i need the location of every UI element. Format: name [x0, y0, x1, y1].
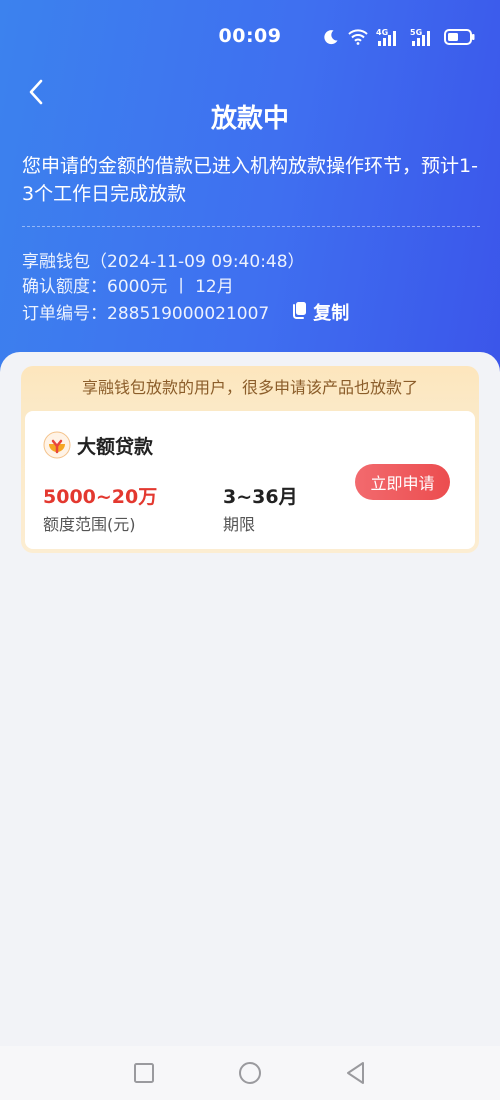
status-icons: 4G 5G	[322, 26, 476, 48]
network-5g-label: 5G	[410, 28, 422, 37]
page-title: 放款中	[210, 104, 289, 134]
copy-label: 复制	[313, 302, 350, 324]
recommend-banner: 享融钱包放款的用户，很多申请该产品也放款了	[81, 378, 418, 397]
amount-range-value: 5000~20万	[43, 486, 158, 508]
platform-info: 享融钱包（2024-11-09 09:40:48）	[22, 252, 305, 272]
copy-button[interactable]: 复制	[291, 301, 349, 326]
system-nav-bar	[0, 1046, 500, 1100]
recommend-card: 享融钱包放款的用户，很多申请该产品也放款了 大额贷款 5000~20万 额度范围…	[21, 366, 479, 553]
signal-5g-icon: 5G	[410, 27, 436, 47]
copy-icon	[291, 301, 307, 326]
amount-range-label: 额度范围(元)	[43, 515, 136, 534]
product-logo-icon	[43, 431, 71, 459]
product-name: 大额贷款	[77, 436, 154, 458]
circle-icon[interactable]	[237, 1060, 263, 1086]
product-card[interactable]: 大额贷款 5000~20万 额度范围(元) 3~36月 期限 立即申请	[25, 411, 475, 549]
amount-info: 确认额度：6000元 丨 12月	[22, 277, 234, 297]
apply-now-button[interactable]: 立即申请	[355, 464, 450, 500]
divider	[22, 226, 480, 227]
battery-icon	[444, 28, 476, 46]
square-icon[interactable]	[131, 1060, 157, 1086]
order-number-row: 订单编号：288519000021007 复制	[22, 301, 349, 326]
status-bar: 00:09 4G 5G	[0, 22, 500, 52]
moon-icon	[322, 28, 340, 46]
term-label: 期限	[223, 515, 256, 534]
network-4g-label: 4G	[376, 28, 388, 37]
header-section: 00:09 4G 5G 放款中 您申请的金额的借款已进入机构放款操作环节，预计1…	[0, 0, 500, 400]
wifi-icon	[348, 29, 368, 45]
term-value: 3~36月	[223, 486, 298, 508]
triangle-back-icon[interactable]	[343, 1060, 369, 1086]
order-number: 订单编号：288519000021007	[22, 303, 270, 324]
signal-4g-icon: 4G	[376, 27, 402, 47]
loan-status-notice: 您申请的金额的借款已进入机构放款操作环节，预计1-3个工作日完成放款	[22, 155, 478, 205]
